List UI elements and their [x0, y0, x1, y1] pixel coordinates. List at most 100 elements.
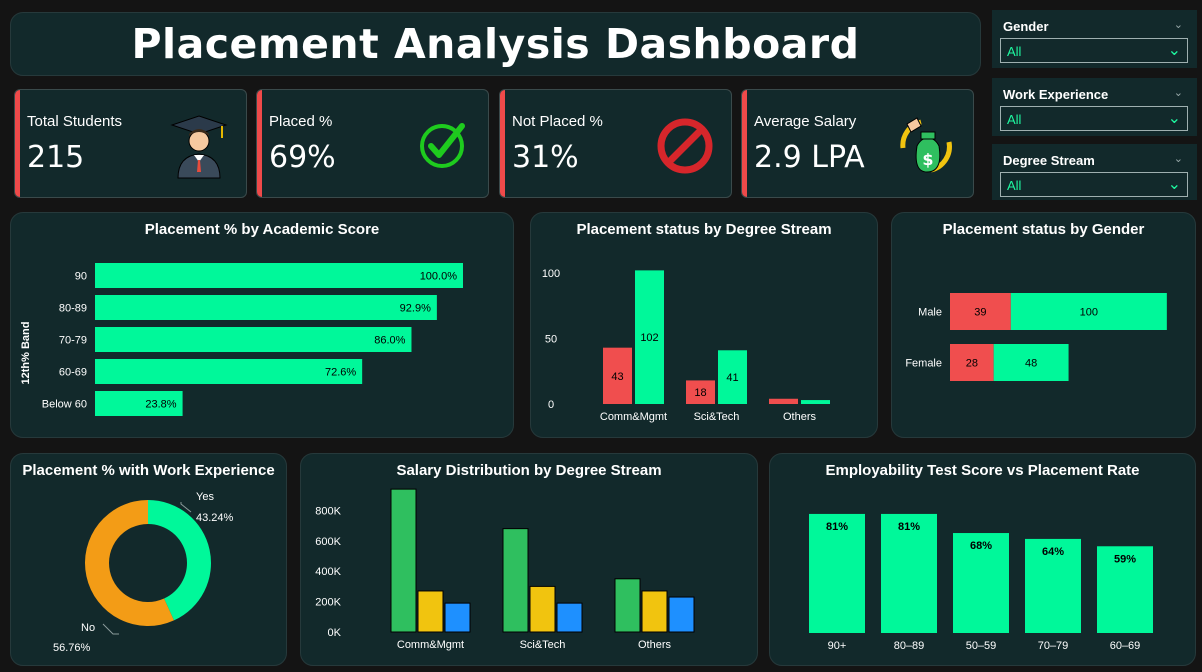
- kpi-accent: [742, 90, 747, 197]
- category-label: 60-69: [59, 367, 87, 379]
- category-label: Comm&Mgmt: [600, 411, 667, 423]
- data-label: 86.0%: [374, 335, 405, 347]
- degree-status-panel: Placement status by Degree Stream 0 50 100…: [530, 212, 878, 438]
- value-label: 43.24%: [196, 512, 234, 524]
- data-label: 18: [694, 387, 706, 399]
- kpi-accent: [257, 90, 262, 197]
- gender-status-panel: Placement status by Gender Male 39 100 Fema…: [891, 212, 1196, 438]
- bar: [95, 359, 363, 384]
- dropdown-value: All: [1007, 178, 1022, 193]
- kpi-placed-percent: Placed % 69%: [256, 89, 489, 198]
- y-tick-label: 400K: [315, 566, 341, 578]
- category-label: Comm&Mgmt: [397, 639, 464, 651]
- y-tick-label: 600K: [315, 536, 341, 548]
- bar: [556, 602, 583, 633]
- dropdown-value: All: [1007, 44, 1022, 59]
- chevron-down-icon[interactable]: ⌄: [1174, 152, 1183, 165]
- kpi-label: Not Placed %: [512, 113, 603, 130]
- y-tick-label: 200K: [315, 597, 341, 609]
- dropdown-value: All: [1007, 112, 1022, 127]
- y-tick-label: 0: [548, 399, 554, 411]
- filter-label: Gender: [1003, 19, 1049, 34]
- gender-status-chart: Male 39 100 Female 28 48: [905, 293, 1167, 381]
- y-tick-label: 800K: [315, 505, 341, 517]
- kpi-average-salary: Average Salary 2.9 LPA $: [741, 89, 974, 198]
- y-tick-label: 50: [545, 334, 557, 346]
- degree-status-chart: 0 50 100 43 102 Comm&Mgmt 18 41 Sci&Tech Others: [542, 268, 830, 423]
- category-label: 70–79: [1038, 640, 1069, 652]
- title-panel: Placement Analysis Dashboard: [10, 12, 981, 76]
- chevron-down-icon[interactable]: ⌄: [1174, 18, 1183, 31]
- category-label: 90: [75, 271, 87, 283]
- checkmark-icon: [420, 123, 465, 168]
- work-experience-panel: Placement % with Work Experience Yes 43.2…: [10, 453, 287, 666]
- degree-stream-dropdown[interactable]: All ⌄: [1000, 172, 1188, 197]
- bar: [614, 578, 641, 633]
- category-label: 70-79: [59, 335, 87, 347]
- academic-score-chart: 12th% Band 90 100.0% 80-89 92.9% 70-79 86.0% 60…: [20, 263, 463, 416]
- filter-label: Degree Stream: [1003, 153, 1095, 168]
- category-label: Female: [905, 358, 942, 370]
- legend-label: No: [81, 622, 95, 634]
- kpi-label: Average Salary: [754, 113, 857, 130]
- bar: [417, 590, 444, 633]
- work-experience-chart: Yes 43.24% No 56.76%: [53, 491, 234, 654]
- prohibited-icon: [657, 118, 713, 174]
- data-label: 41: [726, 372, 738, 384]
- data-label: 72.6%: [325, 367, 356, 379]
- filter-label: Work Experience: [1003, 87, 1109, 102]
- data-label: 59%: [1114, 553, 1136, 565]
- chevron-down-icon[interactable]: ⌄: [1174, 86, 1183, 99]
- page-title: Placement Analysis Dashboard: [131, 20, 860, 68]
- kpi-accent: [15, 90, 20, 197]
- bar: [801, 400, 830, 404]
- bar: [95, 295, 437, 320]
- category-label: 90+: [828, 640, 847, 652]
- bar: [390, 488, 417, 633]
- employability-panel: Employability Test Score vs Placement Ra…: [769, 453, 1196, 666]
- kpi-value: 215: [27, 140, 85, 175]
- data-label: 100.0%: [420, 271, 458, 283]
- degree-stream-filter: Degree Stream ⌄ All ⌄: [992, 144, 1197, 200]
- bar: [529, 585, 556, 633]
- bar: [95, 327, 412, 352]
- gender-filter: Gender ⌄ All ⌄: [992, 10, 1197, 68]
- data-label: 68%: [970, 540, 992, 552]
- category-label: 50–59: [966, 640, 997, 652]
- category-label: Sci&Tech: [520, 639, 566, 651]
- work-experience-dropdown[interactable]: All ⌄: [1000, 106, 1188, 131]
- kpi-value: 2.9 LPA: [754, 140, 865, 175]
- y-axis-label: 12th% Band: [20, 322, 32, 385]
- category-label: 80-89: [59, 303, 87, 315]
- svg-text:$: $: [922, 150, 933, 169]
- category-label: Below 60: [42, 399, 87, 411]
- kpi-total-students: Total Students 215: [14, 89, 247, 198]
- chevron-down-icon: ⌄: [1167, 110, 1181, 127]
- chevron-down-icon: ⌄: [1167, 42, 1181, 59]
- graduate-icon: [170, 115, 228, 179]
- data-label: 28: [966, 358, 978, 370]
- data-label: 39: [974, 307, 986, 319]
- y-tick-label: 0K: [328, 627, 342, 639]
- category-label: Male: [918, 307, 942, 319]
- bar: [502, 528, 529, 633]
- category-label: 60–69: [1110, 640, 1141, 652]
- gender-dropdown[interactable]: All ⌄: [1000, 38, 1188, 63]
- category-label: Others: [783, 411, 817, 423]
- bar: [641, 590, 668, 633]
- leader-line: [102, 623, 119, 635]
- kpi-accent: [500, 90, 505, 197]
- data-label: 100: [1080, 307, 1098, 319]
- kpi-not-placed-percent: Not Placed % 31%: [499, 89, 732, 198]
- category-label: 80–89: [894, 640, 925, 652]
- data-label: 92.9%: [400, 303, 431, 315]
- bar: [769, 398, 798, 404]
- kpi-label: Total Students: [27, 113, 123, 130]
- data-label: 81%: [898, 521, 920, 533]
- data-label: 43: [611, 371, 623, 383]
- bar: [444, 602, 471, 633]
- kpi-value: 31%: [512, 140, 579, 175]
- chevron-down-icon: ⌄: [1167, 176, 1181, 193]
- salary-chart: 0K 200K 400K 600K 800K Comm&Mgmt Sci&Tech Other…: [315, 488, 695, 651]
- academic-score-panel: Placement % by Academic Score 12th% Band…: [10, 212, 514, 438]
